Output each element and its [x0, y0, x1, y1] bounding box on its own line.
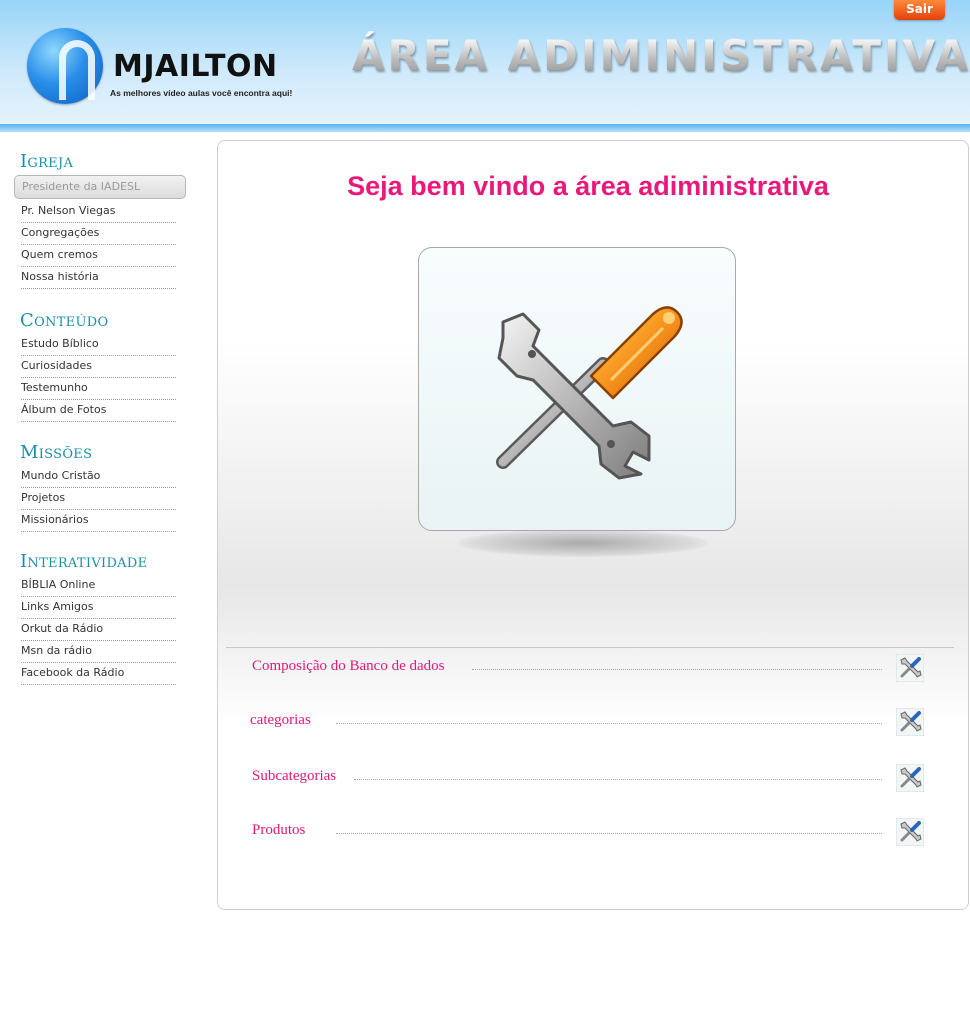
- sidebar-item-curiosidades[interactable]: Curiosidades: [21, 356, 176, 378]
- sidebar-section-missoes: Missões Mundo Cristão Projetos Missionár…: [14, 441, 189, 532]
- content-divider: [226, 647, 954, 648]
- sidebar-section-title: Conteúdo: [20, 310, 109, 331]
- admin-link-banco-dados[interactable]: Composição do Banco de dados: [252, 654, 924, 682]
- link-dotted-leader: [472, 669, 882, 670]
- sidebar-section-conteudo: Conteúdo Estudo Bíblico Curiosidades Tes…: [14, 309, 189, 422]
- tool-box-shadow: [458, 529, 708, 557]
- admin-link-categorias[interactable]: categorias: [250, 708, 924, 736]
- sidebar-section-title: Igreja: [20, 151, 74, 172]
- sidebar-item-album-fotos[interactable]: Álbum de Fotos: [21, 400, 176, 422]
- sidebar-section-title: Missões: [20, 442, 93, 463]
- tools-small-icon[interactable]: [896, 654, 924, 682]
- tools-small-icon[interactable]: [896, 818, 924, 846]
- sidebar-item-presidente[interactable]: Presidente da IADESL: [14, 175, 186, 199]
- sidebar-item-projetos[interactable]: Projetos: [21, 488, 176, 510]
- main-panel: Seja bem vindo a área adiministrativa Co…: [217, 140, 969, 910]
- logo-globe-icon: [27, 28, 103, 104]
- tools-small-icon[interactable]: [896, 764, 924, 792]
- logout-button[interactable]: Sair: [894, 0, 945, 20]
- site-logo[interactable]: MJAILTON As melhores vídeo aulas você en…: [27, 26, 307, 106]
- sidebar-section-igreja: Igreja Presidente da IADESL Pr. Nelson V…: [14, 150, 189, 289]
- logo-tagline: As melhores vídeo aulas você encontra aq…: [110, 88, 293, 98]
- tools-small-icon[interactable]: [896, 708, 924, 736]
- sidebar-nav: Igreja Presidente da IADESL Pr. Nelson V…: [14, 150, 189, 703]
- sidebar-item-estudo-biblico[interactable]: Estudo Bíblico: [21, 334, 176, 356]
- sidebar-item-facebook-radio[interactable]: Facebook da Rádio: [21, 663, 176, 685]
- sidebar-item-biblia-online[interactable]: BÍBLIA Online: [21, 575, 176, 597]
- header: MJAILTON As melhores vídeo aulas você en…: [0, 0, 970, 132]
- link-dotted-leader: [336, 723, 882, 724]
- logo-name: MJAILTON: [113, 49, 278, 84]
- tools-illustration: [418, 247, 736, 531]
- admin-link-produtos[interactable]: Produtos: [252, 818, 924, 846]
- wrench-screwdriver-icon: [496, 306, 683, 480]
- admin-link-label[interactable]: Composição do Banco de dados: [252, 658, 444, 675]
- sidebar-item-links-amigos[interactable]: Links Amigos: [21, 597, 176, 619]
- admin-link-label[interactable]: Subcategorias: [252, 768, 336, 785]
- sidebar-item-testemunho[interactable]: Testemunho: [21, 378, 176, 400]
- admin-link-label[interactable]: categorias: [250, 712, 311, 729]
- sidebar-section-title: Interatividade: [20, 551, 148, 572]
- admin-link-label[interactable]: Produtos: [252, 822, 305, 839]
- sidebar-item-msn-radio[interactable]: Msn da rádio: [21, 641, 176, 663]
- sidebar-item-orkut-radio[interactable]: Orkut da Rádio: [21, 619, 176, 641]
- sidebar-item-pastor[interactable]: Pr. Nelson Viegas: [21, 201, 176, 223]
- welcome-heading: Seja bem vindo a área adiministrativa: [347, 171, 829, 201]
- sidebar-item-missionarios[interactable]: Missionários: [21, 510, 176, 532]
- sidebar-item-nossa-historia[interactable]: Nossa história: [21, 267, 176, 289]
- sidebar-item-quem-cremos[interactable]: Quem cremos: [21, 245, 176, 267]
- link-dotted-leader: [336, 833, 882, 834]
- sidebar-item-congregacoes[interactable]: Congregações: [21, 223, 176, 245]
- sidebar-item-mundo-cristao[interactable]: Mundo Cristão: [21, 466, 176, 488]
- header-divider: [0, 124, 970, 132]
- page-header-title: ÁREA ADIMINISTRATIVA: [352, 31, 970, 80]
- link-dotted-leader: [354, 779, 882, 780]
- sidebar-section-interatividade: Interatividade BÍBLIA Online Links Amigo…: [14, 550, 189, 685]
- admin-link-subcategorias[interactable]: Subcategorias: [252, 764, 924, 792]
